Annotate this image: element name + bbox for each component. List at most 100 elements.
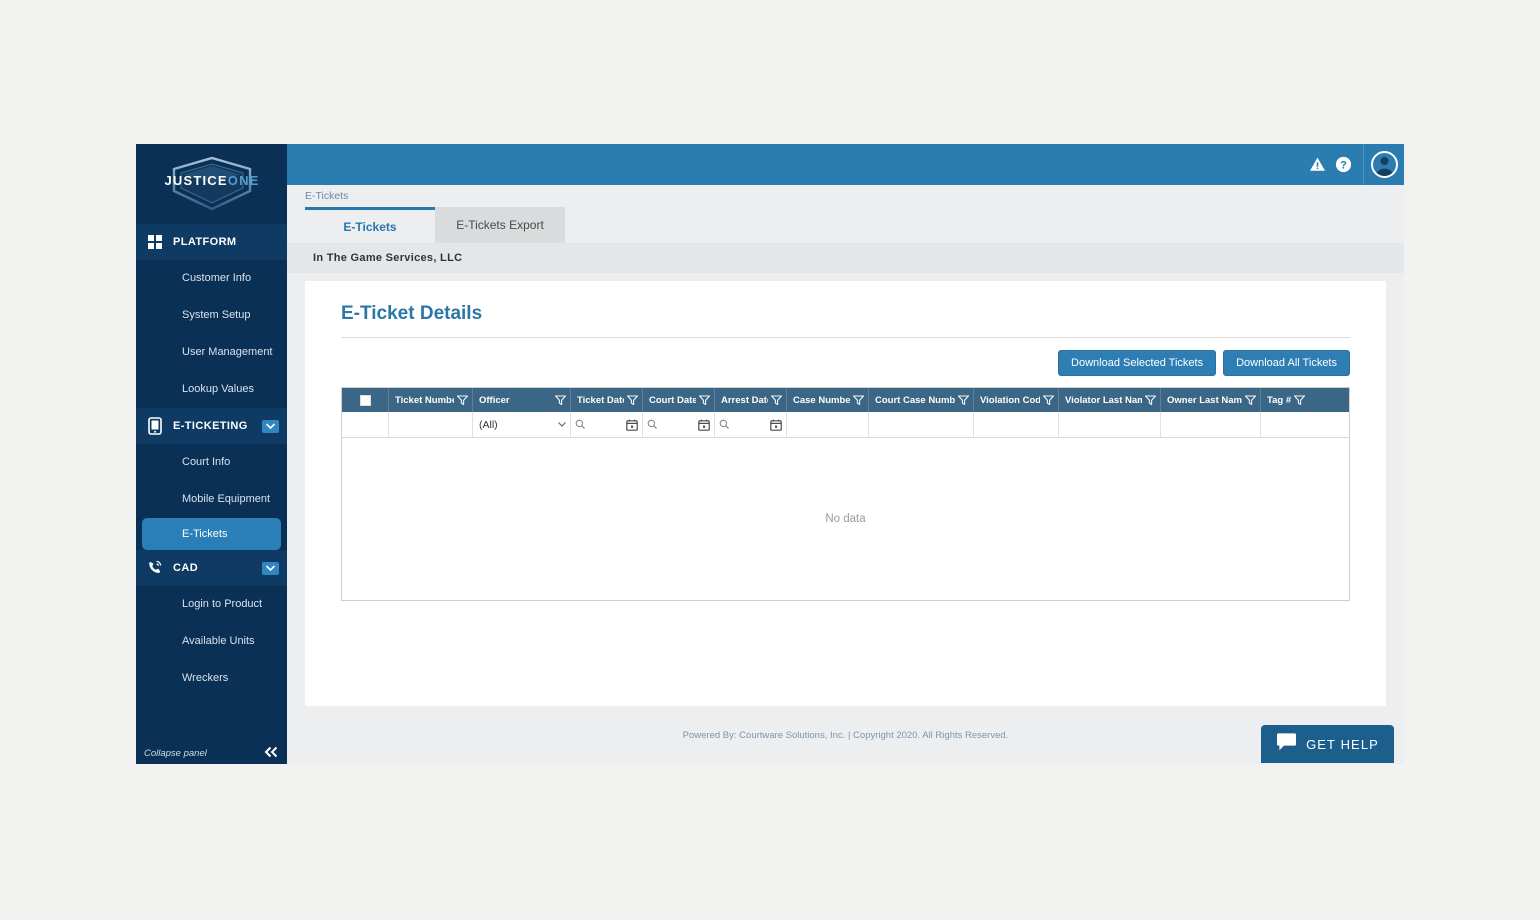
sidebar-group-label: PLATFORM [173, 236, 237, 248]
select-all-checkbox[interactable] [359, 394, 371, 406]
funnel-icon[interactable] [1043, 395, 1054, 405]
grid-column-header-ticket-date[interactable]: Ticket Date [571, 388, 643, 412]
grid-column-header-case-number[interactable]: Case Number [787, 388, 869, 412]
chevron-down-icon[interactable] [262, 561, 279, 575]
download-selected-tickets-button[interactable]: Download Selected Tickets [1058, 350, 1217, 376]
footer-copyright: Powered By: Courtware Solutions, Inc. | … [682, 729, 1009, 741]
sidebar-group-eticketing[interactable]: E-TICKETING [136, 408, 287, 444]
grid-column-header-violation-code[interactable]: Violation Code [974, 388, 1059, 412]
organization-name: In The Game Services, LLC [287, 243, 1404, 273]
sidebar-item-wreckers[interactable]: Wreckers [136, 660, 287, 697]
funnel-icon[interactable] [771, 395, 782, 405]
sidebar-group-label: E-TICKETING [173, 420, 248, 432]
sidebar: JUSTICEONE PLATFORM Customer Info System… [136, 144, 287, 764]
grid-column-header-court-case-number[interactable]: Court Case Number [869, 388, 974, 412]
user-menu[interactable] [1363, 144, 1404, 185]
footer: Powered By: Courtware Solutions, Inc. | … [287, 706, 1404, 764]
caret-down-icon[interactable] [558, 422, 566, 427]
officer-filter-value: (All) [479, 418, 498, 431]
app-logo[interactable]: JUSTICEONE [136, 144, 287, 224]
funnel-icon[interactable] [457, 395, 468, 405]
tab-e-tickets-export[interactable]: E-Tickets Export [435, 207, 565, 243]
action-button-row: Download Selected Tickets Download All T… [341, 338, 1350, 387]
tab-e-tickets[interactable]: E-Tickets [305, 207, 435, 243]
grid-column-label: Ticket Date [577, 394, 624, 406]
grid-column-header-owner-last-name[interactable]: Owner Last Name [1161, 388, 1261, 412]
sidebar-item-e-tickets[interactable]: E-Tickets [142, 518, 281, 550]
grid-column-label: Court Date [649, 394, 696, 406]
funnel-icon[interactable] [699, 395, 710, 405]
grid-filter-cell-ticket-date[interactable] [571, 412, 643, 437]
grid-column-header-tag[interactable]: Tag # [1261, 388, 1309, 412]
grid-column-header-arrest-date[interactable]: Arrest Date [715, 388, 787, 412]
phone-signal-icon [146, 559, 164, 577]
application-window: JUSTICEONE PLATFORM Customer Info System… [136, 144, 1404, 764]
sidebar-item-lookup-values[interactable]: Lookup Values [136, 371, 287, 408]
page-title: E-Ticket Details [341, 303, 483, 324]
grid-filter-cell-owner-last-name [1161, 412, 1261, 437]
grid-column-label: Violator Last Name [1065, 394, 1142, 406]
funnel-icon[interactable] [1145, 395, 1156, 405]
sidebar-item-login-to-product[interactable]: Login to Product [136, 586, 287, 623]
magnifier-icon[interactable] [647, 419, 658, 430]
grid-column-header-court-date[interactable]: Court Date [643, 388, 715, 412]
sidebar-group-platform[interactable]: PLATFORM [136, 224, 287, 260]
sidebar-group-cad[interactable]: CAD [136, 550, 287, 586]
grid-column-header-violator-last-name[interactable]: Violator Last Name [1059, 388, 1161, 412]
get-help-label: GET HELP [1306, 736, 1379, 752]
sidebar-item-user-management[interactable]: User Management [136, 334, 287, 371]
grid-empty-message: No data [342, 438, 1349, 600]
main-area: ? E-Tickets E-Tickets E-Tickets Export I… [287, 144, 1404, 764]
grid-column-label: Officer [479, 394, 510, 406]
grid-filter-cell-violation-code [974, 412, 1059, 437]
grid-column-label: Violation Code [980, 394, 1040, 406]
magnifier-icon[interactable] [575, 419, 586, 430]
grid-filter-cell-tag [1261, 412, 1309, 437]
get-help-button[interactable]: GET HELP [1261, 725, 1394, 763]
svg-text:?: ? [1340, 159, 1347, 171]
sidebar-item-available-units[interactable]: Available Units [136, 623, 287, 660]
sidebar-item-customer-info[interactable]: Customer Info [136, 260, 287, 297]
grid-column-label: Owner Last Name [1167, 394, 1242, 406]
collapse-panel-button[interactable]: Collapse panel [136, 742, 287, 764]
date-filter[interactable] [647, 419, 710, 431]
grid-filter-cell-court-date[interactable] [643, 412, 715, 437]
grid-filter-cell-ticket-number [389, 412, 473, 437]
date-filter[interactable] [575, 419, 638, 431]
collapse-panel-label: Collapse panel [144, 747, 207, 759]
sidebar-item-system-setup[interactable]: System Setup [136, 297, 287, 334]
magnifier-icon[interactable] [719, 419, 730, 430]
user-avatar-icon[interactable] [1370, 151, 1398, 178]
funnel-icon[interactable] [853, 395, 864, 405]
grid-select-all-header[interactable] [342, 388, 389, 412]
sidebar-item-court-info[interactable]: Court Info [136, 444, 287, 481]
funnel-icon[interactable] [627, 395, 638, 405]
calendar-icon[interactable] [770, 419, 782, 431]
chevron-down-icon[interactable] [262, 419, 279, 433]
funnel-icon[interactable] [1245, 395, 1256, 405]
mobile-device-icon [146, 417, 164, 435]
content-card: E-Ticket Details Download Selected Ticke… [305, 281, 1386, 706]
grid-filter-cell-officer[interactable]: (All) [473, 412, 571, 437]
funnel-icon[interactable] [958, 395, 969, 405]
funnel-icon[interactable] [555, 395, 566, 405]
calendar-icon[interactable] [698, 419, 710, 431]
grid-filter-cell-court-case-number [869, 412, 974, 437]
grid-filter-cell-arrest-date[interactable] [715, 412, 787, 437]
grid-column-header-officer[interactable]: Officer [473, 388, 571, 412]
warning-triangle-icon[interactable] [1309, 156, 1326, 173]
funnel-icon[interactable] [1294, 395, 1305, 405]
sidebar-nav: PLATFORM Customer Info System Setup User… [136, 224, 287, 742]
date-filter[interactable] [719, 419, 782, 431]
sidebar-item-mobile-equipment[interactable]: Mobile Equipment [136, 481, 287, 518]
grid-column-header-ticket-number[interactable]: Ticket Number [389, 388, 473, 412]
grid-column-label: Tag # [1267, 394, 1291, 406]
officer-filter-select[interactable]: (All) [477, 419, 566, 431]
double-chevron-left-icon[interactable] [264, 746, 279, 761]
calendar-icon[interactable] [626, 419, 638, 431]
grid-squares-icon [146, 233, 164, 251]
speech-bubble-icon [1276, 732, 1297, 756]
grid-column-label: Ticket Number [395, 394, 454, 406]
download-all-tickets-button[interactable]: Download All Tickets [1223, 350, 1350, 376]
help-circle-icon[interactable]: ? [1335, 156, 1352, 173]
